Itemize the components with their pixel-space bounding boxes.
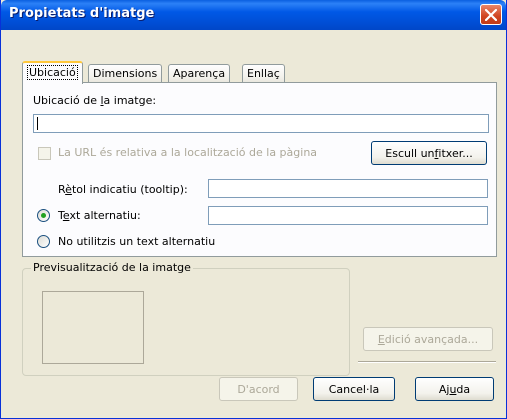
tab-dimensions[interactable]: Dimensions	[88, 64, 163, 83]
close-icon	[485, 8, 497, 21]
alt-text-label: Text alternatiu:	[58, 209, 141, 222]
location-label: Ubicació de la imatge:	[33, 94, 157, 107]
no-alt-text-label: No utilitzis un text alternatiu	[58, 235, 216, 248]
text-caret	[37, 117, 38, 130]
radio-selected-dot	[41, 213, 46, 218]
location-panel: Ubicació de la imatge: La URL és relativ…	[22, 82, 497, 257]
tooltip-label: Rètol indicatiu (tooltip):	[58, 183, 188, 196]
window-title: Propietats d'imatge	[9, 6, 155, 21]
alt-text-radio[interactable]	[37, 209, 50, 222]
relative-url-checkbox[interactable]	[38, 147, 51, 160]
advanced-edit-button[interactable]: Edició avançada...	[363, 327, 493, 351]
image-preview-group: Previsualització de la imatge	[22, 261, 350, 376]
help-button[interactable]: Aj u da	[415, 377, 494, 401]
image-preview-box	[42, 291, 144, 364]
title-bar[interactable]: Propietats d'imatge	[1, 0, 506, 30]
choose-file-button[interactable]: Escull un f itxer...	[371, 141, 487, 165]
location-input[interactable]	[33, 114, 489, 133]
tab-link[interactable]: Enllaç	[242, 64, 285, 83]
image-preview-title: Previsualització de la imatge	[31, 261, 193, 274]
alt-text-input[interactable]	[208, 206, 488, 225]
no-alt-text-radio[interactable]	[37, 235, 50, 248]
tab-appearance[interactable]: Aparença	[168, 64, 231, 83]
tab-location[interactable]: Ubicació	[22, 61, 83, 84]
tooltip-input[interactable]	[208, 179, 488, 198]
separator-line	[358, 361, 496, 363]
cancel-button[interactable]: Cancel·la	[313, 377, 395, 401]
relative-url-label: La URL és relativa a la localització de …	[58, 146, 318, 159]
ok-button[interactable]: D'acord	[219, 377, 298, 401]
image-properties-dialog: Propietats d'imatge Ubicació Dimensions …	[0, 0, 507, 419]
close-button[interactable]	[480, 4, 502, 25]
